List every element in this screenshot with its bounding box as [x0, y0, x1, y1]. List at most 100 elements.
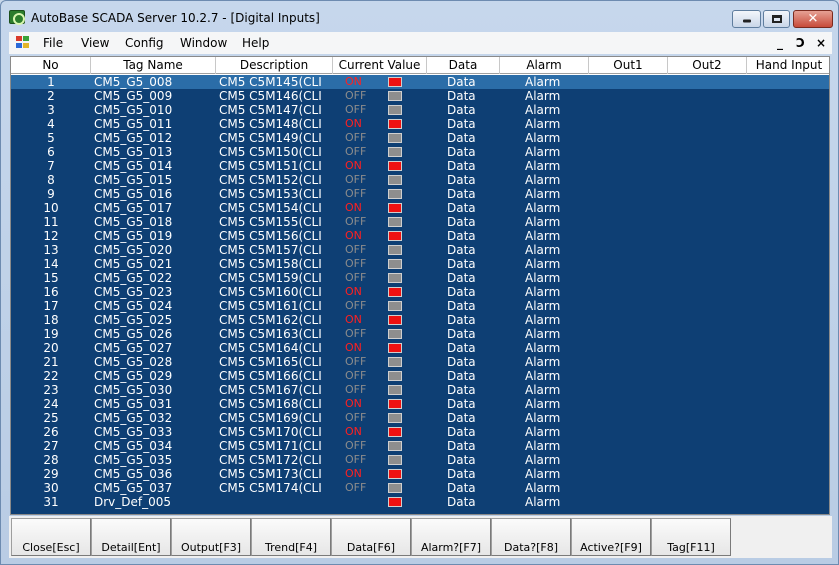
table-row[interactable]: 30 CM5_G5_037 CM5 C5M174(CLI OFF Data Alarm [11, 481, 829, 495]
document-icon[interactable] [16, 36, 30, 49]
table-row[interactable]: 5 CM5_G5_012 CM5 C5M149(CLI OFF Data Alarm [11, 131, 829, 145]
table-row[interactable]: 24 CM5_G5_031 CM5 C5M168(CLI ON Data Alarm [11, 397, 829, 411]
table-row[interactable]: 31 Drv_Def_005 Data Alarm [11, 495, 829, 509]
description: CM5 C5M164(CLI [219, 341, 322, 355]
row-number: 18 [43, 313, 59, 327]
data-cell: Data [447, 229, 476, 243]
current-value: OFF [345, 103, 367, 116]
col-header-no[interactable]: No [11, 57, 91, 74]
mdi-minimize-button[interactable]: _ [777, 36, 783, 50]
status-lamp-icon [388, 483, 402, 493]
table-row[interactable]: 18 CM5_G5_025 CM5 C5M162(CLI ON Data Alarm [11, 313, 829, 327]
tag-name: CM5_G5_014 [94, 159, 173, 173]
table-row[interactable]: 14 CM5_G5_021 CM5 C5M158(CLI OFF Data Alarm [11, 257, 829, 271]
data-cell: Data [447, 187, 476, 201]
table-row[interactable]: 12 CM5_G5_019 CM5 C5M156(CLI ON Data Alarm [11, 229, 829, 243]
tag-name: CM5_G5_021 [94, 257, 173, 271]
description: CM5 C5M167(CLI [219, 383, 322, 397]
current-value: ON [345, 467, 362, 480]
table-row[interactable]: 9 CM5_G5_016 CM5 C5M153(CLI OFF Data Alarm [11, 187, 829, 201]
table-row[interactable]: 16 CM5_G5_023 CM5 C5M160(CLI ON Data Alarm [11, 285, 829, 299]
close-button[interactable]: Close[Esc] [11, 518, 91, 556]
data-button[interactable]: Data[F6] [331, 518, 411, 556]
menu-help[interactable]: Help [242, 36, 269, 50]
table-row[interactable]: 1 CM5_G5_008 CM5 C5M145(CLI ON Data Alarm [11, 75, 829, 89]
minimize-button[interactable] [732, 10, 761, 28]
table-row[interactable]: 4 CM5_G5_011 CM5 C5M148(CLI ON Data Alarm [11, 117, 829, 131]
menu-bar: File View Config Window Help _ Ɔ × [9, 32, 832, 54]
current-value: OFF [345, 145, 367, 158]
status-lamp-icon [388, 385, 402, 395]
table-row[interactable]: 7 CM5_G5_014 CM5 C5M151(CLI ON Data Alarm [11, 159, 829, 173]
autobase-app-icon[interactable] [9, 10, 25, 25]
alarm-query-button[interactable]: Alarm?[F7] [411, 518, 491, 556]
tag-name: CM5_G5_018 [94, 215, 173, 229]
function-button-bar: Close[Esc] Detail[Ent] Output[F3] Trend[F4]… [9, 516, 832, 558]
close-window-button[interactable]: ✕ [793, 10, 833, 28]
col-header-out2[interactable]: Out2 [668, 57, 747, 74]
table-row[interactable]: 3 CM5_G5_010 CM5 C5M147(CLI OFF Data Alarm [11, 103, 829, 117]
table-row[interactable]: 22 CM5_G5_029 CM5 C5M166(CLI OFF Data Alarm [11, 369, 829, 383]
menu-file[interactable]: File [43, 36, 63, 50]
tag-name: CM5_G5_019 [94, 229, 173, 243]
table-row[interactable]: 13 CM5_G5_020 CM5 C5M157(CLI OFF Data Alarm [11, 243, 829, 257]
menu-view[interactable]: View [81, 36, 109, 50]
menu-config[interactable]: Config [125, 36, 164, 50]
alarm-cell: Alarm [525, 425, 561, 439]
col-header-data[interactable]: Data [427, 57, 500, 74]
table-row[interactable]: 11 CM5_G5_018 CM5 C5M155(CLI OFF Data Alarm [11, 215, 829, 229]
data-cell: Data [447, 271, 476, 285]
trend-button[interactable]: Trend[F4] [251, 518, 331, 556]
data-cell: Data [447, 369, 476, 383]
table-row[interactable]: 21 CM5_G5_028 CM5 C5M165(CLI OFF Data Alarm [11, 355, 829, 369]
col-header-alarm[interactable]: Alarm [500, 57, 589, 74]
description: CM5 C5M154(CLI [219, 201, 322, 215]
active-query-button[interactable]: Active?[F9] [571, 518, 651, 556]
description: CM5 C5M145(CLI [219, 75, 322, 89]
mdi-restore-button[interactable]: Ɔ [796, 36, 805, 50]
table-row[interactable]: 8 CM5_G5_015 CM5 C5M152(CLI OFF Data Alarm [11, 173, 829, 187]
tag-button[interactable]: Tag[F11] [651, 518, 731, 556]
col-header-current-value[interactable]: Current Value [333, 57, 427, 74]
table-row[interactable]: 29 CM5_G5_036 CM5 C5M173(CLI ON Data Alarm [11, 467, 829, 481]
tag-name: CM5_G5_032 [94, 411, 173, 425]
table-row[interactable]: 23 CM5_G5_030 CM5 C5M167(CLI OFF Data Alarm [11, 383, 829, 397]
detail-button[interactable]: Detail[Ent] [91, 518, 171, 556]
alarm-cell: Alarm [525, 159, 561, 173]
col-header-tag-name[interactable]: Tag Name [91, 57, 216, 74]
alarm-cell: Alarm [525, 299, 561, 313]
data-query-button[interactable]: Data?[F8] [491, 518, 571, 556]
alarm-cell: Alarm [525, 439, 561, 453]
col-header-description[interactable]: Description [216, 57, 333, 74]
col-header-out1[interactable]: Out1 [589, 57, 668, 74]
grid-body[interactable]: 1 CM5_G5_008 CM5 C5M145(CLI ON Data Alarm 2 CM5… [11, 75, 829, 514]
data-cell: Data [447, 355, 476, 369]
table-row[interactable]: 10 CM5_G5_017 CM5 C5M154(CLI ON Data Alarm [11, 201, 829, 215]
tag-name: CM5_G5_015 [94, 173, 173, 187]
alarm-cell: Alarm [525, 495, 561, 509]
mdi-close-button[interactable]: × [816, 36, 826, 50]
title-bar[interactable]: AutoBase SCADA Server 10.2.7 - [Digital … [1, 1, 838, 31]
table-row[interactable]: 27 CM5_G5_034 CM5 C5M171(CLI OFF Data Alarm [11, 439, 829, 453]
data-cell: Data [447, 131, 476, 145]
current-value: OFF [345, 439, 367, 452]
table-row[interactable]: 26 CM5_G5_033 CM5 C5M170(CLI ON Data Alarm [11, 425, 829, 439]
table-row[interactable]: 17 CM5_G5_024 CM5 C5M161(CLI OFF Data Alarm [11, 299, 829, 313]
table-row[interactable]: 2 CM5_G5_009 CM5 C5M146(CLI OFF Data Alarm [11, 89, 829, 103]
col-header-hand-input[interactable]: Hand Input [747, 57, 829, 74]
output-button[interactable]: Output[F3] [171, 518, 251, 556]
row-number: 19 [43, 327, 59, 341]
menu-window[interactable]: Window [180, 36, 227, 50]
description: CM5 C5M170(CLI [219, 425, 322, 439]
table-row[interactable]: 19 CM5_G5_026 CM5 C5M163(CLI OFF Data Alarm [11, 327, 829, 341]
row-number: 12 [43, 229, 59, 243]
row-number: 17 [43, 299, 59, 313]
table-row[interactable]: 15 CM5_G5_022 CM5 C5M159(CLI OFF Data Alarm [11, 271, 829, 285]
maximize-button[interactable] [763, 10, 790, 28]
table-row[interactable]: 28 CM5_G5_035 CM5 C5M172(CLI OFF Data Alarm [11, 453, 829, 467]
table-row[interactable]: 6 CM5_G5_013 CM5 C5M150(CLI OFF Data Alarm [11, 145, 829, 159]
current-value [345, 495, 375, 509]
current-value: OFF [345, 453, 367, 466]
table-row[interactable]: 25 CM5_G5_032 CM5 C5M169(CLI OFF Data Alarm [11, 411, 829, 425]
table-row[interactable]: 20 CM5_G5_027 CM5 C5M164(CLI ON Data Alarm [11, 341, 829, 355]
